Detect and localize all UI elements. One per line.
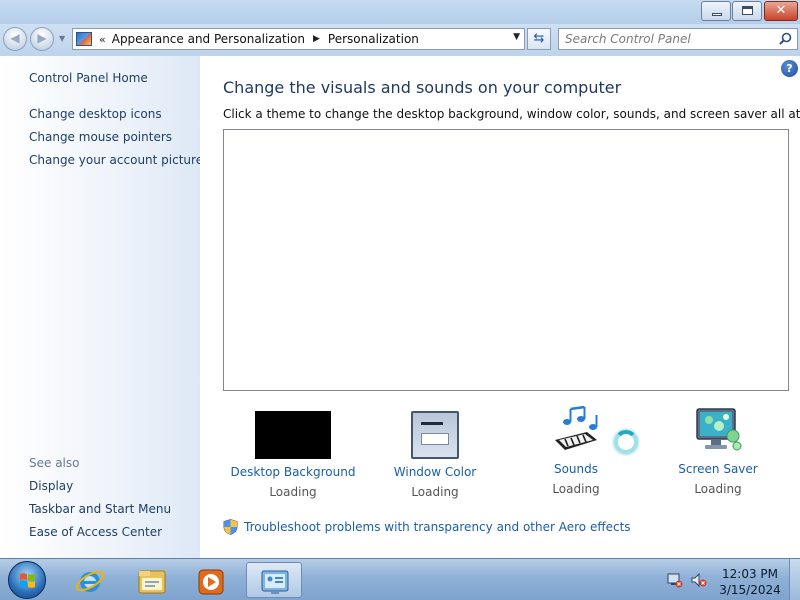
media-player-icon <box>198 569 224 595</box>
desktop-background-icon[interactable] <box>255 411 331 459</box>
desktop-background-setting[interactable]: Desktop Background Loading <box>218 406 368 499</box>
change-account-picture-link[interactable]: Change your account picture <box>29 153 203 167</box>
window-color-status: Loading <box>411 485 459 499</box>
minimize-icon <box>712 13 722 16</box>
search-input[interactable] <box>565 31 770 47</box>
screen-saver-icon[interactable] <box>693 406 743 456</box>
sounds-link[interactable]: Sounds <box>501 462 651 476</box>
windows-logo-icon <box>20 573 35 588</box>
address-dropdown-icon[interactable]: ▼ <box>513 32 520 42</box>
start-button[interactable] <box>8 561 46 599</box>
system-clock[interactable]: 12:03 PM 3/15/2024 <box>718 566 782 598</box>
clock-time: 12:03 PM <box>722 567 778 581</box>
back-button[interactable]: ◀ <box>3 27 27 51</box>
close-icon: ✕ <box>775 3 787 18</box>
page-title: Change the visuals and sounds on your co… <box>223 78 622 97</box>
page-description: Click a theme to change the desktop back… <box>223 107 800 121</box>
ease-of-access-link[interactable]: Ease of Access Center <box>29 525 162 539</box>
display-link[interactable]: Display <box>29 479 73 493</box>
address-overflow-chevron[interactable]: « <box>99 33 106 46</box>
refresh-button[interactable]: ⇆ <box>527 28 551 50</box>
breadcrumb-appearance[interactable]: Appearance and Personalization <box>112 32 305 46</box>
taskbar-internet-explorer[interactable] <box>62 562 118 598</box>
control-panel-icon <box>76 32 92 46</box>
uac-shield-icon <box>223 519 238 535</box>
desktop-background-link[interactable]: Desktop Background <box>218 465 368 479</box>
forward-arrow-icon: ▶ <box>37 31 47 45</box>
control-panel-home-link[interactable]: Control Panel Home <box>29 71 148 85</box>
maximize-button[interactable] <box>732 1 762 21</box>
sounds-icon[interactable] <box>551 406 601 456</box>
sounds-status: Loading <box>552 482 600 496</box>
breadcrumb-separator-icon[interactable]: ▶ <box>313 34 320 44</box>
network-icon[interactable] <box>667 572 683 588</box>
screen-saver-status: Loading <box>694 482 742 496</box>
refresh-icon: ⇆ <box>533 31 545 46</box>
close-button[interactable]: ✕ <box>764 1 798 21</box>
clock-date: 3/15/2024 <box>719 583 781 597</box>
taskbar-start-menu-link[interactable]: Taskbar and Start Menu <box>29 502 171 516</box>
change-desktop-icons-link[interactable]: Change desktop icons <box>29 107 162 121</box>
volume-muted-icon[interactable] <box>691 572 707 588</box>
show-desktop-button[interactable] <box>789 559 800 600</box>
screen-saver-link[interactable]: Screen Saver <box>643 462 793 476</box>
taskbar-windows-explorer[interactable] <box>124 562 180 598</box>
restore-icon <box>742 6 753 15</box>
breadcrumb-personalization[interactable]: Personalization <box>328 32 419 46</box>
window-title-bar: ✕ <box>0 0 800 24</box>
forward-button[interactable]: ▶ <box>30 27 54 51</box>
tasks-pane: Control Panel Home Change desktop icons … <box>0 56 203 558</box>
minimize-button[interactable] <box>701 1 731 21</box>
help-button[interactable]: ? <box>781 60 798 77</box>
taskbar-media-player[interactable] <box>183 562 239 598</box>
control-panel-icon <box>261 570 289 594</box>
change-mouse-pointers-link[interactable]: Change mouse pointers <box>29 130 172 144</box>
taskbar-control-panel[interactable] <box>246 562 302 598</box>
back-arrow-icon: ◀ <box>10 31 20 45</box>
see-also-heading: See also <box>29 456 80 470</box>
windows-explorer-icon <box>138 570 166 594</box>
theme-list[interactable] <box>223 129 789 391</box>
personalization-content: ? Change the visuals and sounds on your … <box>200 56 800 558</box>
taskbar: 12:03 PM 3/15/2024 <box>0 558 800 600</box>
loading-spinner-icon <box>614 430 638 454</box>
window-color-icon[interactable] <box>411 411 459 459</box>
troubleshoot-aero-link[interactable]: Troubleshoot problems with transparency … <box>223 519 631 535</box>
address-bar[interactable]: « Appearance and Personalization ▶ Perso… <box>72 28 525 50</box>
search-icon[interactable] <box>779 32 792 45</box>
screen-saver-setting[interactable]: Screen Saver Loading <box>643 406 793 496</box>
desktop-background-status: Loading <box>269 485 317 499</box>
window-color-setting[interactable]: Window Color Loading <box>360 406 510 499</box>
troubleshoot-aero-text[interactable]: Troubleshoot problems with transparency … <box>244 520 631 534</box>
navigation-bar: ◀ ▶ ▼ « Appearance and Personalization ▶… <box>0 24 800 56</box>
recent-pages-dropdown[interactable]: ▼ <box>59 34 69 44</box>
window-color-link[interactable]: Window Color <box>360 465 510 479</box>
search-box[interactable] <box>558 28 798 50</box>
internet-explorer-icon <box>75 570 105 592</box>
